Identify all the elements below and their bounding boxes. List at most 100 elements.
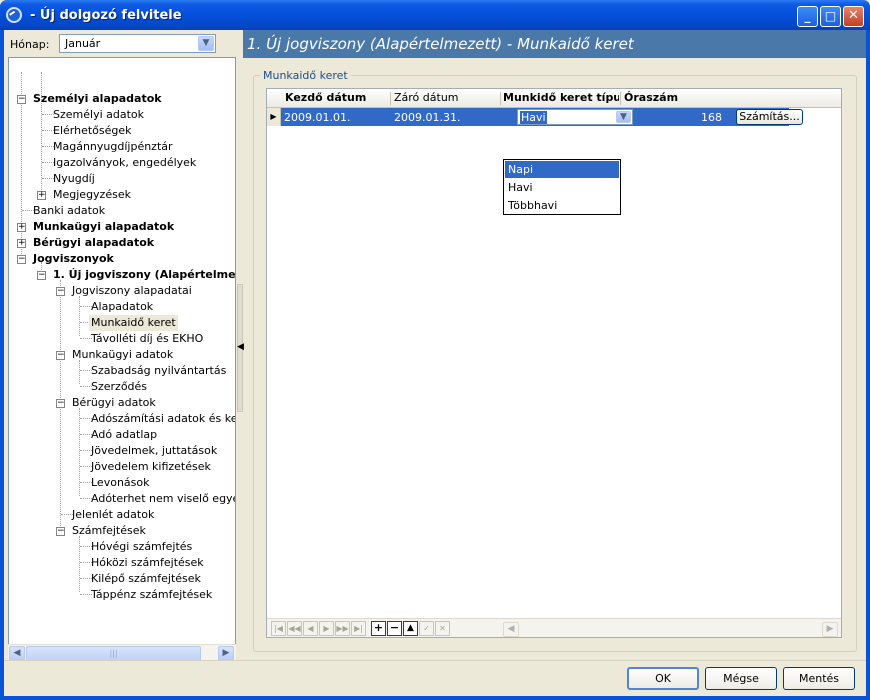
divider xyxy=(4,660,866,661)
tree-item-igazolvanyok[interactable]: Igazolványok, engedélyek xyxy=(51,155,198,171)
prev-page-icon[interactable]: ◀◀ xyxy=(287,621,302,636)
column-header-zaro-datum[interactable]: Záró dátum xyxy=(394,91,459,104)
tree-item-jovedelmek[interactable]: Jövedelmek, juttatások xyxy=(89,443,219,459)
tree-item-alapadatok[interactable]: Alapadatok xyxy=(89,299,155,315)
tree-item-munkaugyi-alapadatok[interactable]: Munkaügyi alapadatok xyxy=(31,219,176,235)
scroll-left-icon[interactable]: ◀ xyxy=(503,622,519,637)
chevron-down-icon[interactable]: ▼ xyxy=(616,111,631,123)
tree-item-ado-adatlap[interactable]: Adó adatlap xyxy=(89,427,159,443)
scroll-right-icon[interactable]: ▶ xyxy=(822,622,838,637)
tree-item-munkaido-keret[interactable]: Munkaidő keret xyxy=(89,315,178,331)
type-combo-editor[interactable]: Havi ▼ xyxy=(517,109,633,125)
app-window: - Új dolgozó felvitele _ □ ✕ Hónap: Janu… xyxy=(0,0,870,700)
tree-item-nyugdij[interactable]: Nyugdíj xyxy=(51,171,97,187)
cancel-record-icon[interactable]: ✕ xyxy=(435,621,450,636)
tree-item-szemelyi-alapadatok[interactable]: Személyi alapadatok xyxy=(31,91,164,107)
tree-item-jelenlet-adatok[interactable]: Jelenlét adatok xyxy=(70,507,156,523)
close-button[interactable]: ✕ xyxy=(843,6,864,27)
type-combo-value: Havi xyxy=(520,111,547,124)
month-select[interactable]: Január ▼ xyxy=(59,34,216,53)
navigation-tree[interactable]: − + + + − − − − − − Személyi alapadatok … xyxy=(8,57,236,661)
collapse-left-icon[interactable]: ◀ xyxy=(237,342,244,352)
grid-header: Kezdő dátum Záró dátum Munkidő keret típ… xyxy=(267,89,841,108)
tree-item-berugyi-adatok[interactable]: Bérügyi adatok xyxy=(70,395,158,411)
scrollbar-thumb[interactable]: ||| xyxy=(26,646,201,661)
tree-item-jogviszony-alapadatai[interactable]: Jogviszony alapadatai xyxy=(70,283,194,299)
scroll-right-icon[interactable]: ▶ xyxy=(218,646,234,661)
collapse-icon[interactable]: − xyxy=(56,351,65,360)
row-indicator-icon: ▶ xyxy=(267,108,281,126)
type-dropdown-list[interactable]: Napi Havi Többhavi xyxy=(503,159,621,215)
delete-record-icon[interactable]: − xyxy=(387,621,402,636)
tree-item-tavolleti-dij[interactable]: Távolléti díj és EKHO xyxy=(89,331,205,347)
tree-item-hokozi-szamfejtesek[interactable]: Hóközi számfejtések xyxy=(89,555,206,571)
cell-oraszam[interactable]: 168 xyxy=(701,111,722,124)
page-title: 1. Új jogviszony (Alapértelmezett) - Mun… xyxy=(247,35,634,53)
tree-item-munkaugyi-adatok[interactable]: Munkaügyi adatok xyxy=(70,347,175,363)
tree-item-elerhetosegek[interactable]: Elérhetőségek xyxy=(51,123,134,139)
next-record-icon[interactable]: ▶ xyxy=(319,621,334,636)
grid-navigator: |◀ ◀◀ ◀ ▶ ▶▶ ▶| + − ▲ ✓ ✕ ◀ ▶ xyxy=(267,618,841,637)
ok-button[interactable]: OK xyxy=(627,667,699,690)
grid-horizontal-scrollbar[interactable]: ◀ ▶ xyxy=(503,621,839,637)
tree-item-banki-adatok[interactable]: Banki adatok xyxy=(31,203,107,219)
cell-kezdo-datum[interactable]: 2009.01.01. xyxy=(284,111,350,124)
maximize-button[interactable]: □ xyxy=(820,6,841,27)
column-header-munkaido-keret-tipus[interactable]: Munkidő keret típus xyxy=(503,91,619,104)
data-grid[interactable]: Kezdő dátum Záró dátum Munkidő keret típ… xyxy=(266,88,842,638)
save-button[interactable]: Mentés xyxy=(783,667,855,690)
column-header-oraszam[interactable]: Óraszám xyxy=(624,91,678,104)
cell-zaro-datum[interactable]: 2009.01.31. xyxy=(394,111,460,124)
tree-item-adoterhet-nem-viselo[interactable]: Adóterhet nem viselő egyéb járandóságok xyxy=(89,491,235,507)
first-record-icon[interactable]: |◀ xyxy=(271,621,286,636)
collapse-icon[interactable]: − xyxy=(56,287,65,296)
tree-item-jovedelem-kifizetesek[interactable]: Jövedelem kifizetések xyxy=(89,459,213,475)
insert-record-icon[interactable]: + xyxy=(371,621,386,636)
tree-item-uj-jogviszony[interactable]: 1. Új jogviszony (Alapértelmezett) xyxy=(51,267,235,283)
app-icon xyxy=(6,7,22,23)
expand-icon[interactable]: + xyxy=(17,223,26,232)
column-header-kezdo-datum[interactable]: Kezdő dátum xyxy=(285,91,366,104)
tree-item-tappenz-szamfejtesek[interactable]: Táppénz számfejtések xyxy=(89,587,214,603)
next-page-icon[interactable]: ▶▶ xyxy=(335,621,350,636)
tree-item-levonasok[interactable]: Levonások xyxy=(89,475,152,491)
window-title: - Új dolgozó felvitele xyxy=(30,8,182,23)
expand-icon[interactable]: + xyxy=(37,191,46,200)
dropdown-option-napi[interactable]: Napi xyxy=(505,161,619,178)
calculate-button[interactable]: Számítás... xyxy=(736,109,803,125)
last-record-icon[interactable]: ▶| xyxy=(351,621,366,636)
collapse-icon[interactable]: − xyxy=(17,95,26,104)
dropdown-option-tobbhavi[interactable]: Többhavi xyxy=(505,197,619,214)
minimize-button[interactable]: _ xyxy=(797,6,818,27)
month-label: Hónap: xyxy=(10,38,50,51)
tree-item-berugyi-alapadatok[interactable]: Bérügyi alapadatok xyxy=(31,235,156,251)
collapse-icon[interactable]: − xyxy=(56,399,65,408)
tree-item-jogviszonyok[interactable]: Jogviszonyok xyxy=(31,251,116,267)
tree-item-szerzodes[interactable]: Szerződés xyxy=(89,379,149,395)
tree-horizontal-scrollbar[interactable]: ◀ ||| ▶ xyxy=(8,644,236,661)
expand-icon[interactable]: + xyxy=(17,239,26,248)
post-record-icon[interactable]: ✓ xyxy=(419,621,434,636)
tree-item-szamfejtesek[interactable]: Számfejtések xyxy=(70,523,148,539)
tree-item-szemelyi-adatok[interactable]: Személyi adatok xyxy=(51,107,146,123)
edit-record-icon[interactable]: ▲ xyxy=(403,621,418,636)
collapse-icon[interactable]: − xyxy=(56,527,65,536)
dropdown-option-havi[interactable]: Havi xyxy=(505,179,619,196)
tree-item-adoszamitasi-adatok[interactable]: Adószámítási adatok és kedvezmények xyxy=(89,411,235,427)
tree-item-hovegi-szamfejtes[interactable]: Hóvégi számfejtés xyxy=(89,539,194,555)
tree-item-magannyugdijpenztar[interactable]: Magánnyugdíjpénztár xyxy=(51,139,175,155)
month-value: Január xyxy=(65,37,101,50)
tree-item-kilepo-szamfejtesek[interactable]: Kilépő számfejtések xyxy=(89,571,203,587)
client-area: Hónap: Január ▼ − + + + − − − − − − Szem… xyxy=(4,30,866,696)
title-bar[interactable]: - Új dolgozó felvitele _ □ ✕ xyxy=(0,0,870,30)
chevron-down-icon[interactable]: ▼ xyxy=(198,36,214,51)
tree-item-szabadsag[interactable]: Szabadság nyilvántartás xyxy=(89,363,228,379)
table-row[interactable]: 2009.01.01. 2009.01.31. Havi ▼ 168 Számí… xyxy=(281,108,803,126)
collapse-icon[interactable]: − xyxy=(37,271,46,280)
collapse-icon[interactable]: − xyxy=(17,255,26,264)
cancel-button[interactable]: Mégse xyxy=(705,667,777,690)
prev-record-icon[interactable]: ◀ xyxy=(303,621,318,636)
tree-item-megjegyzesek[interactable]: Megjegyzések xyxy=(51,187,133,203)
scroll-left-icon[interactable]: ◀ xyxy=(9,646,25,661)
page-header: 1. Új jogviszony (Alapértelmezett) - Mun… xyxy=(243,30,866,58)
